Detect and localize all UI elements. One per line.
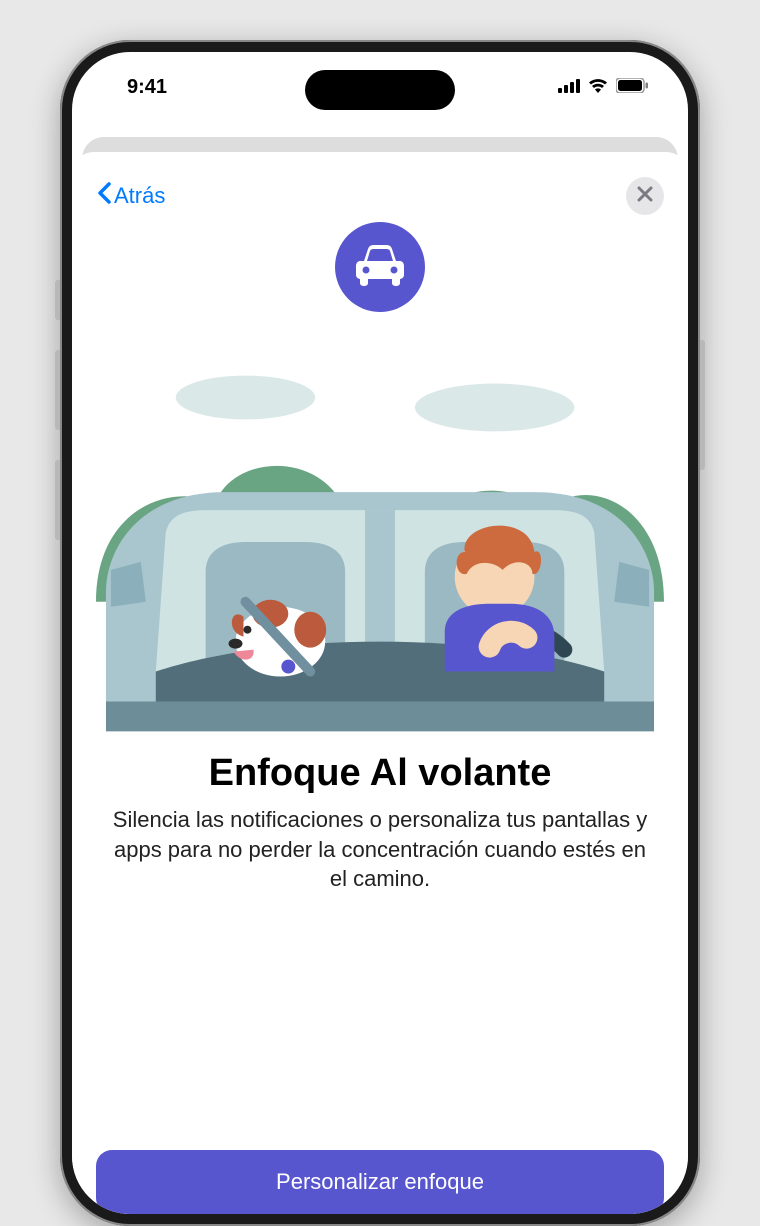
- close-button[interactable]: [626, 177, 664, 215]
- dynamic-island: [305, 70, 455, 110]
- nav-row: Atrás: [96, 174, 664, 218]
- driving-illustration: [96, 352, 664, 732]
- battery-icon: [616, 76, 648, 99]
- status-time: 9:41: [127, 76, 167, 99]
- back-label: Atrás: [114, 183, 165, 209]
- page-description: Silencia las notificaciones o personaliz…: [96, 805, 664, 894]
- phone-device-frame: 9:41 Atrás: [60, 40, 700, 1226]
- side-buttons-left: [55, 280, 60, 570]
- feature-icon-badge: [335, 222, 425, 312]
- cellular-icon: [558, 76, 580, 99]
- side-button-right: [700, 340, 705, 470]
- page-title: Enfoque Al volante: [96, 752, 664, 795]
- wifi-icon: [587, 76, 609, 99]
- chevron-left-icon: [96, 181, 112, 211]
- screen: 9:41 Atrás: [72, 52, 688, 1214]
- close-icon: [637, 186, 653, 207]
- modal-sheet: Atrás: [72, 152, 688, 1214]
- status-right: [558, 76, 648, 99]
- customize-focus-button[interactable]: Personalizar enfoque: [96, 1150, 664, 1214]
- car-icon: [354, 243, 406, 292]
- back-button[interactable]: Atrás: [96, 181, 165, 211]
